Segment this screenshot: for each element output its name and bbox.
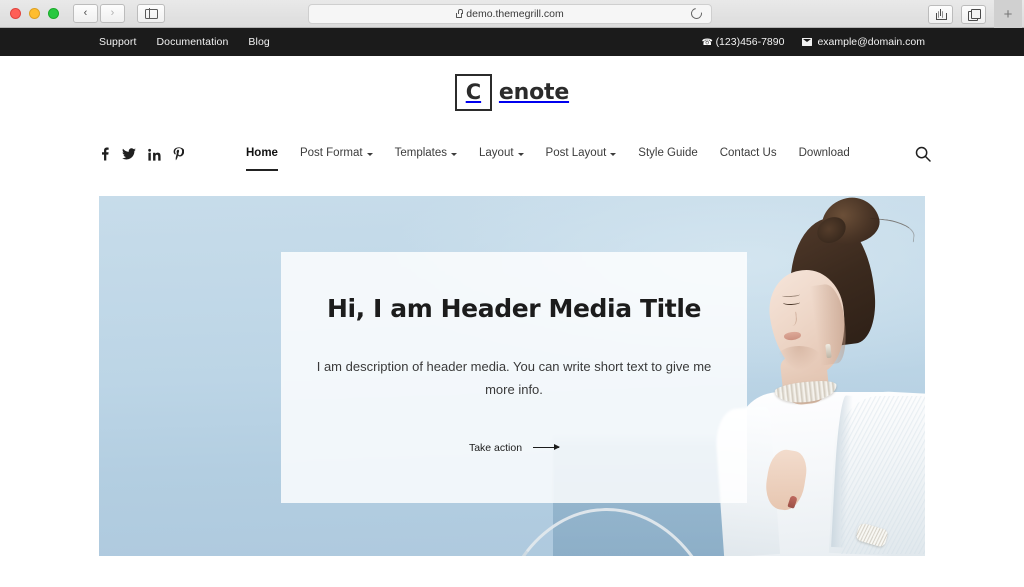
url-text: demo.themegrill.com — [466, 8, 564, 20]
menu-item-templates[interactable]: Templates — [394, 147, 458, 161]
header-media-hero: VERSACE JEANS Hi, I am Header Media Titl… — [99, 196, 925, 556]
social-links — [99, 147, 184, 161]
menu-item-download[interactable]: Download — [799, 147, 850, 161]
browser-chrome: ‹ › demo.themegrill.com + — [0, 0, 1024, 28]
chevron-down-icon — [610, 152, 617, 156]
hero-cta-button[interactable]: Take action — [468, 441, 561, 454]
top-bar-contact: ☎ (123)456-7890 example@domain.com — [702, 36, 925, 48]
model-hair-wisp — [868, 217, 916, 243]
envelope-icon — [802, 38, 813, 46]
menu-item-label: Download — [798, 147, 850, 159]
menu-item-contact-us[interactable]: Contact Us — [720, 147, 777, 161]
menu-item-label: Post Layout — [545, 147, 607, 159]
site-top-bar: Support Documentation Blog ☎ (123)456-78… — [0, 28, 1024, 56]
phone-link[interactable]: ☎ (123)456-7890 — [702, 36, 785, 48]
site-header-logo-area: C enote — [0, 56, 1024, 128]
window-controls — [0, 8, 59, 19]
primary-menu: Home Post Format Templates Layout Post L… — [246, 147, 850, 171]
minimize-window-button[interactable] — [29, 8, 40, 19]
close-window-button[interactable] — [10, 8, 21, 19]
logo-mark: C — [454, 73, 492, 111]
phone-icon: ☎ — [701, 36, 713, 47]
top-link-documentation[interactable]: Documentation — [156, 36, 228, 48]
menu-item-label: Home — [246, 147, 278, 159]
hero-title: Hi, I am Header Media Title — [326, 294, 702, 323]
chevron-down-icon — [517, 152, 524, 156]
maximize-window-button[interactable] — [48, 8, 59, 19]
new-tab-button[interactable]: + — [994, 0, 1022, 28]
chevron-down-icon — [451, 152, 458, 156]
menu-item-post-layout[interactable]: Post Layout — [546, 147, 617, 161]
facebook-icon[interactable] — [99, 147, 110, 161]
sidebar-toggle-button[interactable] — [137, 4, 165, 23]
active-underline — [246, 169, 278, 171]
chevron-right-icon: › — [110, 7, 115, 19]
menu-item-label: Style Guide — [638, 147, 698, 159]
menu-item-label: Post Format — [299, 147, 363, 159]
site-logo[interactable]: C enote — [454, 73, 570, 111]
hero-cta-label: Take action — [468, 441, 523, 454]
sidebar-icon — [144, 8, 158, 19]
model-chin-shadow — [777, 346, 821, 370]
menu-item-label: Contact Us — [719, 147, 777, 159]
arrow-right-icon — [533, 442, 561, 451]
menu-item-layout[interactable]: Layout — [479, 147, 524, 161]
handbag-strap — [486, 502, 728, 556]
top-link-support[interactable]: Support — [99, 36, 136, 48]
menu-item-label: Templates — [394, 147, 448, 159]
share-icon — [936, 8, 947, 20]
forward-button[interactable]: › — [100, 4, 125, 23]
browser-toolbar-right: + — [928, 0, 1024, 28]
reload-icon[interactable] — [688, 5, 705, 22]
tab-overview-icon — [968, 9, 981, 21]
chevron-down-icon — [366, 152, 373, 156]
lock-icon — [456, 8, 464, 18]
main-navigation-bar: Home Post Format Templates Layout Post L… — [0, 128, 1024, 180]
menu-item-label: Layout — [479, 147, 514, 159]
menu-item-post-format[interactable]: Post Format — [300, 147, 373, 161]
share-button[interactable] — [928, 4, 953, 24]
twitter-icon[interactable] — [122, 148, 136, 160]
menu-item-style-guide[interactable]: Style Guide — [638, 147, 697, 161]
top-bar-links: Support Documentation Blog — [99, 36, 270, 48]
linkedin-icon[interactable] — [148, 148, 161, 161]
back-button[interactable]: ‹ — [73, 4, 98, 23]
navigation-buttons: ‹ › — [73, 4, 125, 23]
pinterest-icon[interactable] — [173, 147, 184, 161]
chevron-left-icon: ‹ — [83, 7, 88, 19]
phone-number: (123)456-7890 — [715, 36, 785, 48]
email-link[interactable]: example@domain.com — [802, 36, 925, 48]
search-icon — [915, 146, 931, 162]
menu-item-home[interactable]: Home — [246, 147, 278, 171]
address-bar[interactable]: demo.themegrill.com — [308, 4, 712, 24]
logo-text: enote — [498, 79, 570, 105]
hero-content: Hi, I am Header Media Title I am descrip… — [281, 252, 747, 503]
top-link-blog[interactable]: Blog — [248, 36, 269, 48]
tab-overview-button[interactable] — [961, 4, 986, 24]
email-address: example@domain.com — [817, 36, 925, 48]
hero-description: I am description of header media. You ca… — [316, 359, 712, 397]
search-toggle-button[interactable] — [915, 146, 931, 162]
plus-icon: + — [1003, 5, 1013, 23]
